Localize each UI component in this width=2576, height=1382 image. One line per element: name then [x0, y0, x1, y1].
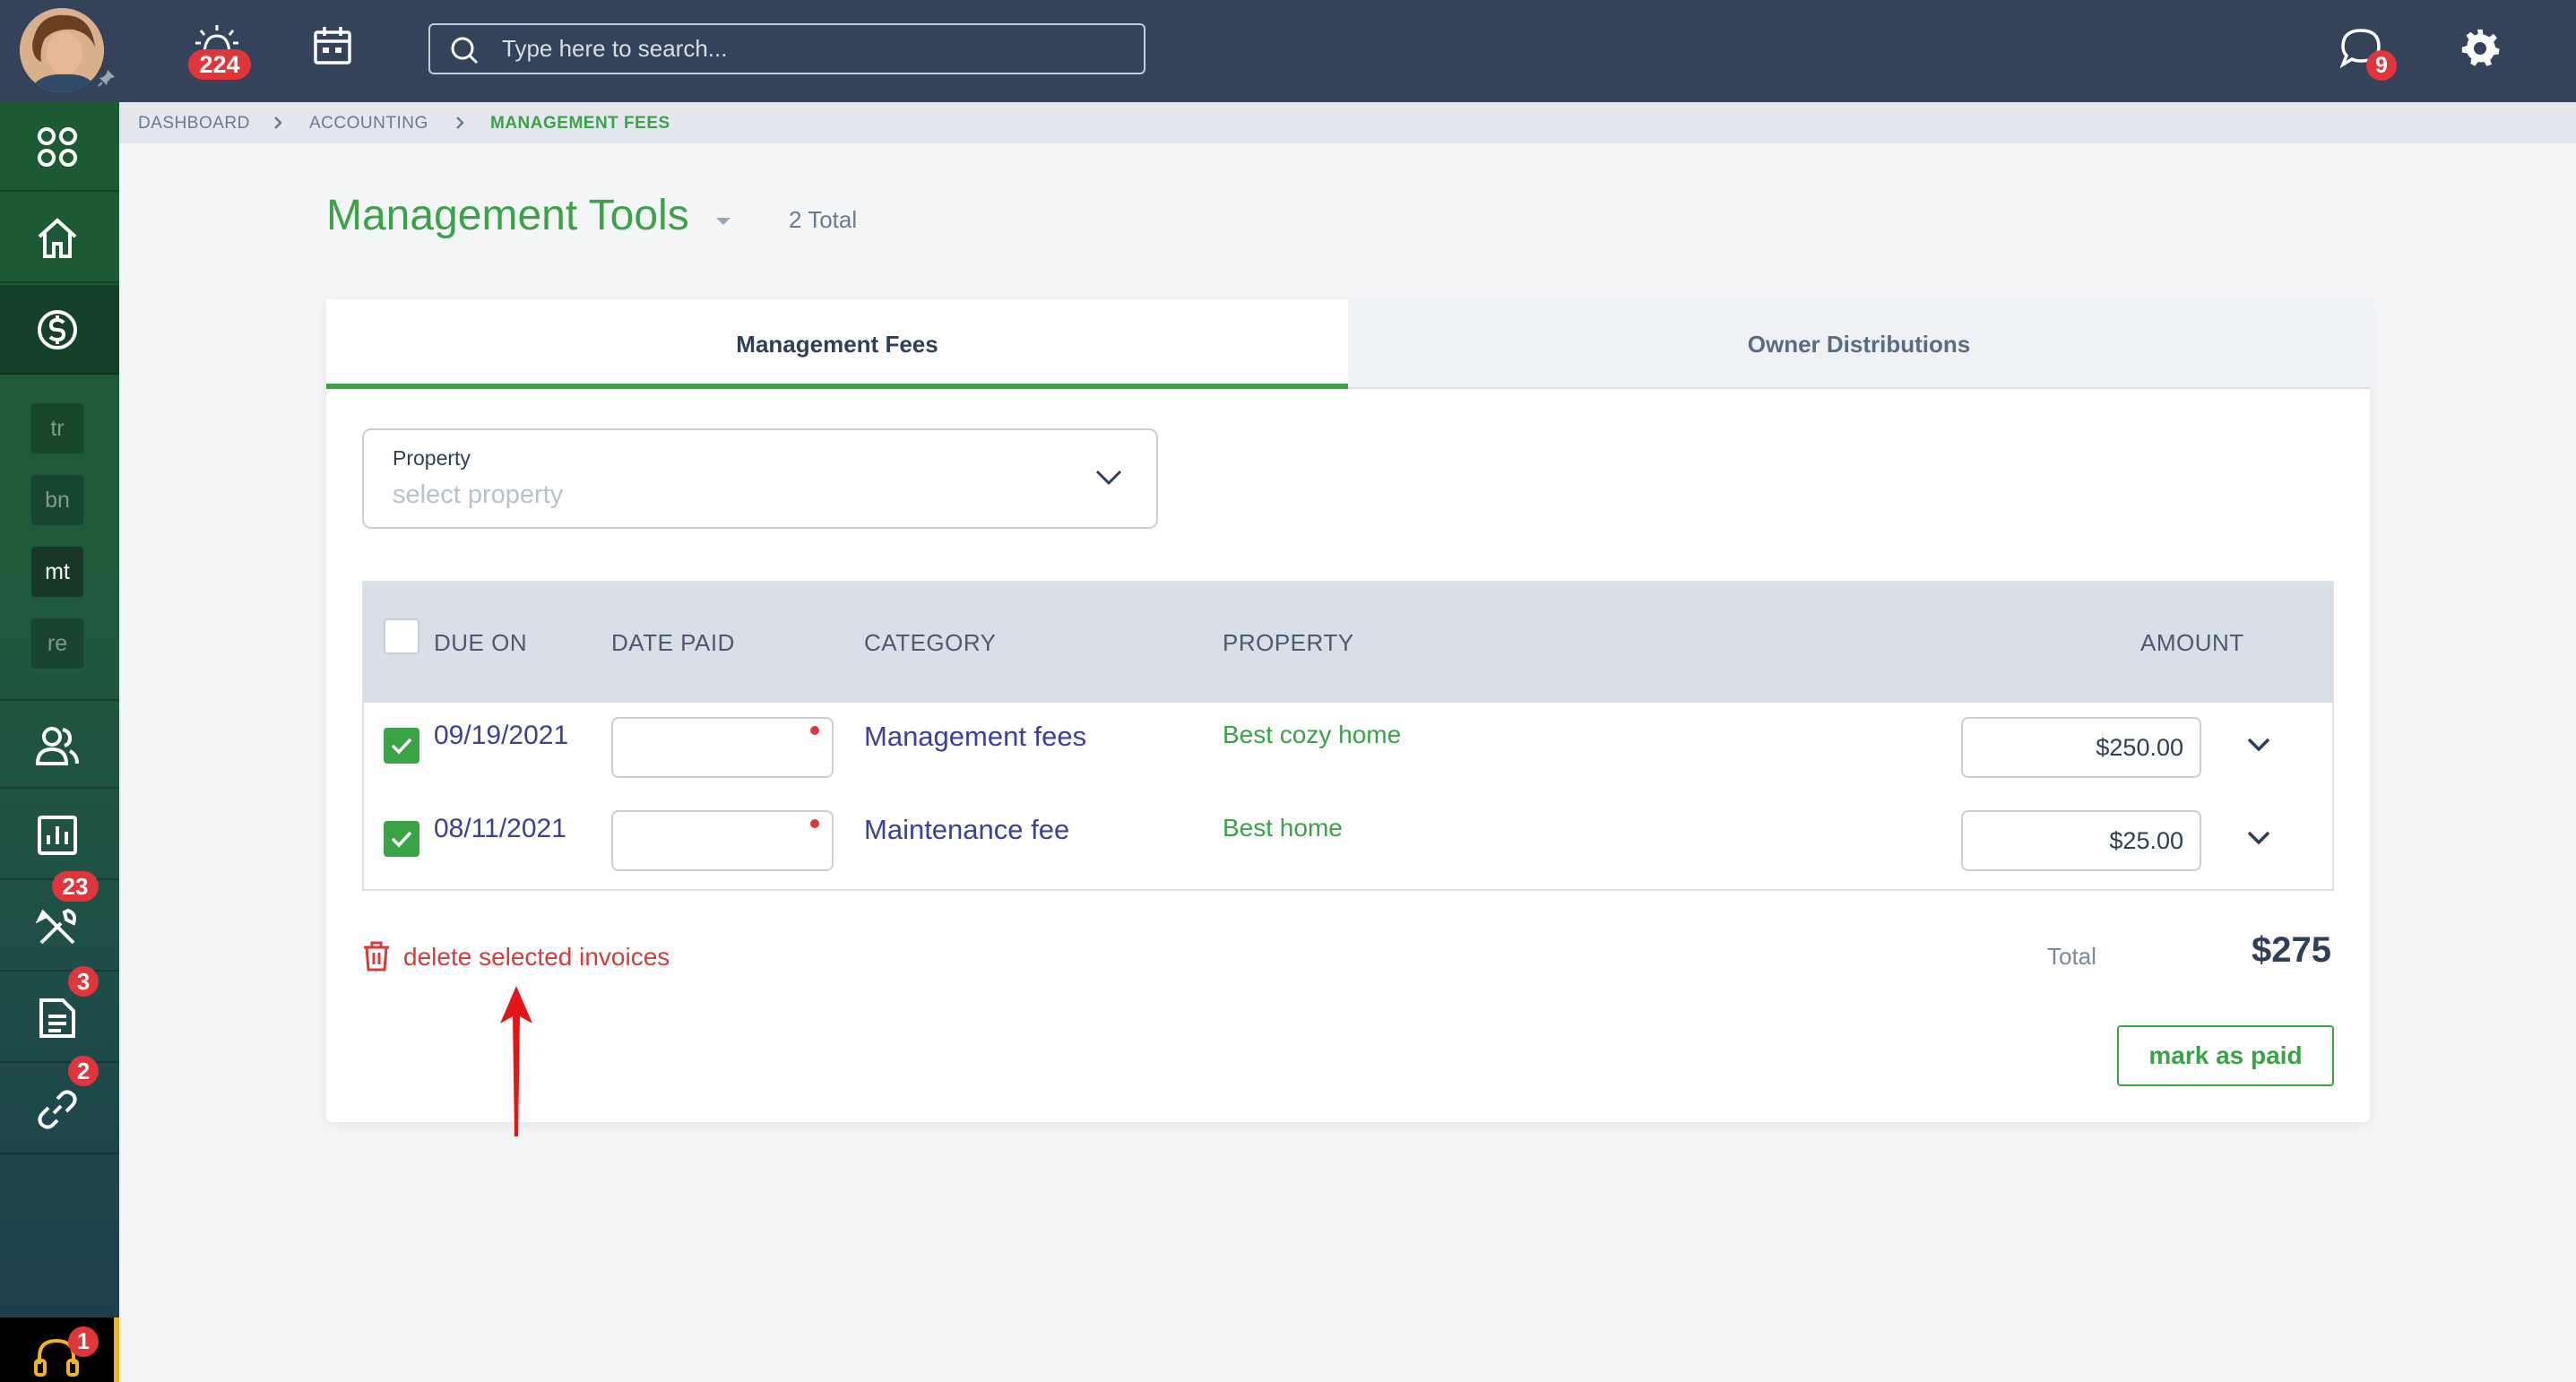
sidebar-item-home[interactable]: [0, 194, 119, 283]
module-re[interactable]: re: [31, 618, 83, 669]
chevron-right-icon: [272, 116, 283, 130]
module-tr[interactable]: tr: [31, 403, 83, 453]
table-row: 08/11/2021 Maintenance fee Best home $25…: [364, 796, 2332, 889]
total-label: Total: [2047, 943, 2096, 970]
sidebar-item-people[interactable]: [0, 699, 119, 789]
date-paid-input[interactable]: [611, 810, 834, 871]
property-select-label: Property: [393, 446, 471, 470]
sidebar-item-apps[interactable]: [0, 102, 119, 192]
sidebar: tr bn mt re 23 3 2 1: [0, 102, 119, 1382]
row-checkbox[interactable]: [384, 821, 419, 857]
support-button[interactable]: 1: [0, 1317, 119, 1382]
chevron-right-icon: [454, 116, 465, 130]
amount-input[interactable]: $250.00: [1961, 717, 2201, 778]
page-title[interactable]: Management Tools: [326, 191, 689, 240]
documents-badge: 3: [68, 966, 99, 997]
trash-icon[interactable]: [362, 941, 391, 972]
calendar-icon[interactable]: [312, 25, 353, 66]
support-badge: 1: [68, 1326, 99, 1357]
col-category[interactable]: CATEGORY: [864, 629, 997, 657]
home-icon: [36, 217, 79, 260]
search-icon: [450, 36, 479, 65]
col-property[interactable]: PROPERTY: [1223, 629, 1354, 657]
required-indicator: [810, 726, 819, 735]
notifications-badge: 224: [188, 49, 251, 80]
tab-management-fees[interactable]: Management Fees: [326, 299, 1348, 389]
search-box[interactable]: [428, 23, 1145, 74]
people-icon: [36, 724, 79, 767]
document-icon: [36, 997, 79, 1040]
module-bn[interactable]: bn: [31, 475, 83, 525]
invoices-table: DUE ON DATE PAID CATEGORY PROPERTY AMOUN…: [362, 581, 2334, 891]
required-indicator: [810, 819, 819, 828]
chevron-down-icon: [1095, 470, 1122, 486]
category-link[interactable]: Management fees: [864, 721, 1086, 753]
links-badge: 2: [68, 1056, 99, 1086]
delete-selected-link[interactable]: delete selected invoices: [403, 943, 670, 972]
mark-as-paid-button[interactable]: mark as paid: [2117, 1025, 2334, 1086]
breadcrumb-management-fees: MANAGEMENT FEES: [490, 114, 670, 133]
col-due-on[interactable]: DUE ON: [434, 629, 527, 657]
breadcrumb-accounting[interactable]: ACCOUNTING: [309, 114, 428, 134]
col-date-paid[interactable]: DATE PAID: [611, 629, 735, 657]
sidebar-item-documents[interactable]: 3: [0, 966, 119, 1063]
total-value: $275: [2252, 930, 2331, 970]
property-link[interactable]: Best cozy home: [1223, 721, 1401, 749]
search-input[interactable]: [502, 32, 1120, 65]
top-bar: 224 9: [0, 0, 2576, 102]
date-paid-input[interactable]: [611, 717, 834, 778]
module-mt[interactable]: mt: [31, 547, 83, 597]
pin-icon[interactable]: [97, 68, 117, 88]
caret-down-icon[interactable]: [715, 217, 731, 226]
amount-input[interactable]: $25.00: [1961, 810, 2201, 871]
tab-owner-distributions[interactable]: Owner Distributions: [1348, 299, 2370, 389]
management-fees-card: Management Fees Owner Distributions Prop…: [326, 299, 2370, 1122]
property-select[interactable]: Property select property: [362, 428, 1158, 529]
support-indicator: [114, 1317, 119, 1382]
user-avatar[interactable]: [20, 8, 104, 92]
row-checkbox[interactable]: [384, 728, 419, 764]
chart-icon: [36, 814, 79, 857]
tools-icon: [36, 905, 79, 948]
table-row: 09/19/2021 Management fees Best cozy hom…: [364, 703, 2332, 796]
select-all-checkbox[interactable]: [384, 618, 419, 654]
chevron-down-icon[interactable]: [2246, 737, 2271, 753]
due-date[interactable]: 09/19/2021: [434, 721, 568, 751]
dollar-circle-icon: [36, 308, 79, 351]
sidebar-item-links[interactable]: 2: [0, 1056, 119, 1154]
total-count: 2 Total: [789, 206, 858, 233]
tasks-badge: 23: [52, 871, 99, 902]
breadcrumb-dashboard[interactable]: DASHBOARD: [138, 114, 250, 134]
breadcrumb: DASHBOARD ACCOUNTING MANAGEMENT FEES: [119, 102, 2576, 143]
property-select-placeholder: select property: [393, 480, 564, 509]
table-header: DUE ON DATE PAID CATEGORY PROPERTY AMOUN…: [364, 583, 2332, 703]
sidebar-item-accounting[interactable]: [0, 285, 119, 375]
category-link[interactable]: Maintenance fee: [864, 814, 1069, 846]
due-date[interactable]: 08/11/2021: [434, 814, 566, 844]
gear-icon[interactable]: [2459, 27, 2501, 68]
col-amount[interactable]: AMOUNT: [2140, 629, 2244, 657]
messages-badge: 9: [2366, 50, 2397, 81]
chevron-down-icon[interactable]: [2246, 830, 2271, 846]
property-link[interactable]: Best home: [1223, 814, 1343, 842]
sidebar-item-reports[interactable]: [0, 790, 119, 880]
annotation-arrow: [498, 986, 534, 1138]
apps-grid-icon: [36, 125, 79, 168]
sidebar-item-tasks[interactable]: 23: [0, 871, 119, 972]
link-icon: [36, 1088, 79, 1131]
